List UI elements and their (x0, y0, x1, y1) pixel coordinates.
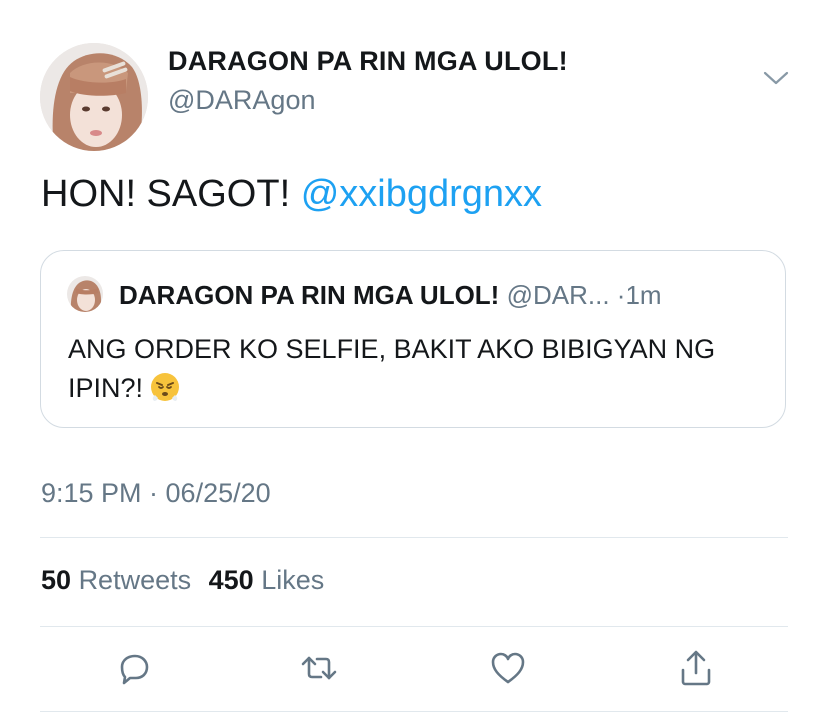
author-handle[interactable]: @DARAgon (168, 85, 315, 116)
quoted-header: DARAGON PA RIN MGA ULOL! @DAR... ·1m (119, 280, 662, 311)
avatar[interactable] (40, 43, 148, 151)
retweets-count[interactable]: 50 (41, 565, 71, 595)
tweet-stats: 50 Retweets 450 Likes (41, 565, 334, 596)
likes-count[interactable]: 450 (209, 565, 254, 595)
author-display-name[interactable]: DARAGON PA RIN MGA ULOL! (168, 46, 568, 77)
tweet-body: HON! SAGOT! (41, 173, 301, 215)
steam-nose-emoji-icon (149, 371, 181, 403)
quoted-display-name[interactable]: DARAGON PA RIN MGA ULOL! (119, 280, 499, 310)
divider (40, 626, 788, 627)
avatar-image (40, 43, 148, 151)
divider (40, 711, 788, 712)
quoted-tweet-card[interactable]: DARAGON PA RIN MGA ULOL! @DAR... ·1m ANG… (40, 250, 786, 428)
reply-icon[interactable] (114, 648, 154, 688)
mention-link[interactable]: @xxibgdrgnxx (301, 173, 542, 215)
likes-label[interactable]: Likes (261, 565, 324, 595)
divider (40, 537, 788, 538)
tweet-text: HON! SAGOT! @xxibgdrgnxx (41, 173, 542, 216)
quoted-text-container: ANG ORDER KO SELFIE, BAKIT AKO BIBIGYAN … (68, 330, 768, 408)
quoted-avatar (67, 276, 103, 312)
share-icon[interactable] (676, 648, 716, 688)
retweets-label[interactable]: Retweets (79, 565, 192, 595)
like-icon[interactable] (488, 648, 528, 688)
quoted-time: ·1m (616, 280, 662, 310)
retweet-icon[interactable] (299, 648, 339, 688)
tweet-timestamp[interactable]: 9:15 PM · 06/25/20 (41, 478, 271, 509)
quoted-handle[interactable]: @DAR... (507, 280, 610, 310)
chevron-down-icon[interactable] (760, 66, 792, 90)
